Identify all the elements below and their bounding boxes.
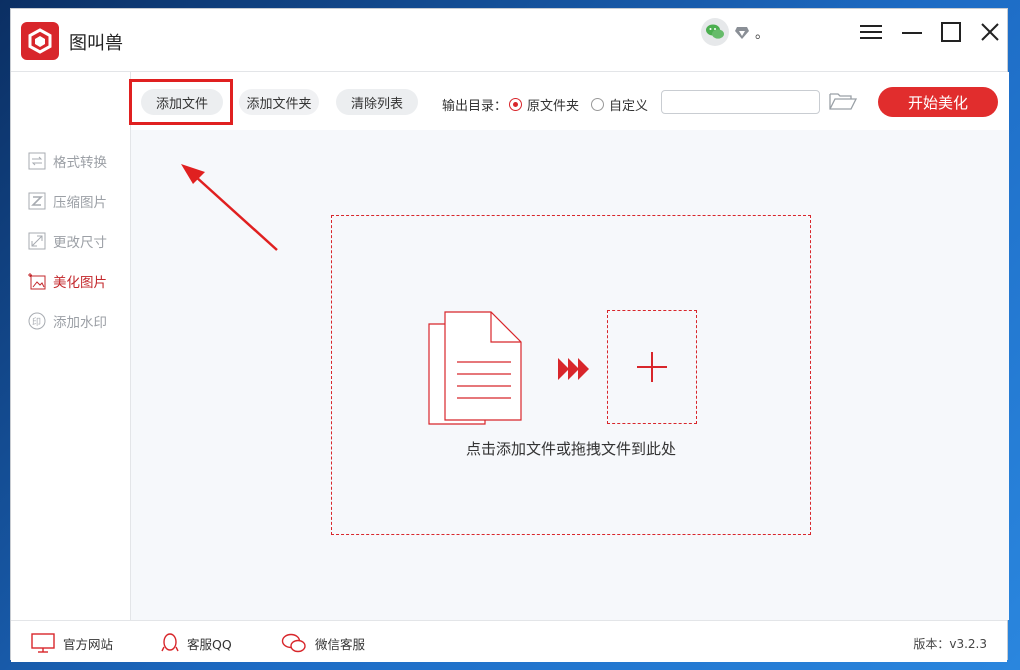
close-icon (981, 23, 999, 41)
radio-custom-folder[interactable]: 自定义 (591, 95, 648, 114)
compress-icon (27, 191, 47, 211)
browse-folder-button[interactable] (829, 91, 858, 115)
folder-open-icon (829, 93, 858, 110)
sidebar: 格式转换 压缩图片 更改尺寸 美化图片 印 添加水印 (11, 72, 131, 620)
output-dir-label: 输出目录： (442, 99, 508, 114)
resize-icon (27, 231, 47, 251)
title-bar: 图叫兽 。 (11, 9, 1007, 71)
version-label: 版本：v3.2.3 (913, 637, 987, 651)
wechat-service-label: 微信客服 (315, 636, 366, 652)
forward-arrows-icon (558, 358, 589, 380)
format-convert-icon (27, 151, 47, 171)
sidebar-item-label: 美化图片 (53, 275, 107, 291)
user-status-text: 。 (755, 26, 769, 42)
output-path-input[interactable] (661, 90, 820, 114)
wechat-icon (706, 24, 724, 39)
file-drop-zone[interactable]: 点击添加文件或拖拽文件到此处 (331, 215, 811, 535)
sidebar-item-label: 添加水印 (53, 315, 107, 331)
official-website-label: 官方网站 (63, 636, 114, 652)
radio-original-folder[interactable]: 原文件夹 (509, 95, 579, 114)
watermark-icon: 印 (27, 311, 47, 331)
wechat-service-link[interactable]: 微信客服 (281, 633, 365, 653)
plus-icon (637, 352, 667, 382)
start-beautify-button[interactable]: 开始美化 (878, 87, 998, 117)
sidebar-item-label: 格式转换 (53, 155, 107, 171)
qq-service-link[interactable]: 客服QQ (161, 633, 232, 653)
highlight-annotation (129, 79, 233, 125)
app-logo (21, 22, 59, 60)
hamburger-icon (860, 25, 882, 39)
app-title: 图叫兽 (69, 33, 123, 54)
minimize-button[interactable] (898, 21, 926, 43)
svg-text:印: 印 (32, 316, 41, 328)
sidebar-item-label: 更改尺寸 (53, 235, 107, 251)
maximize-icon (941, 22, 961, 42)
drop-hint-text: 点击添加文件或拖拽文件到此处 (465, 440, 676, 458)
vip-diamond-icon[interactable] (734, 25, 750, 44)
sidebar-item-compress[interactable]: 压缩图片 (27, 190, 107, 212)
sidebar-item-label: 压缩图片 (53, 195, 107, 211)
radio-custom-label: 自定义 (609, 99, 649, 114)
sidebar-item-resize[interactable]: 更改尺寸 (27, 230, 107, 252)
sidebar-item-format-convert[interactable]: 格式转换 (27, 150, 107, 172)
add-file-plus-box[interactable] (607, 310, 697, 424)
radio-selected-icon (509, 98, 522, 111)
qq-service-label: 客服QQ (187, 636, 232, 652)
minimize-icon (902, 32, 922, 34)
sidebar-item-beautify[interactable]: 美化图片 (27, 270, 107, 292)
app-window: 图叫兽 。 格式转换 压缩图片 更改尺寸 美化图片 印 添加水印 添加文件 添加… (10, 8, 1009, 662)
wechat-login-button[interactable] (701, 18, 729, 46)
footer: 官方网站 客服QQ 微信客服 版本：v3.2.3 (11, 620, 1007, 662)
maximize-button[interactable] (937, 21, 965, 43)
official-website-link[interactable]: 官方网站 (31, 633, 113, 653)
sidebar-item-watermark[interactable]: 印 添加水印 (27, 310, 107, 332)
logo-icon (28, 28, 52, 54)
radio-original-label: 原文件夹 (527, 99, 580, 114)
close-button[interactable] (976, 21, 1004, 43)
qq-icon (161, 633, 179, 653)
document-icon (428, 311, 522, 425)
monitor-icon (31, 633, 55, 653)
wechat-service-icon (281, 633, 307, 653)
menu-button[interactable] (857, 21, 885, 43)
annotation-arrow (181, 164, 278, 251)
clear-list-button[interactable]: 清除列表 (336, 89, 418, 115)
radio-unselected-icon (591, 98, 604, 111)
add-folder-button[interactable]: 添加文件夹 (239, 89, 319, 115)
beautify-icon (27, 271, 47, 291)
